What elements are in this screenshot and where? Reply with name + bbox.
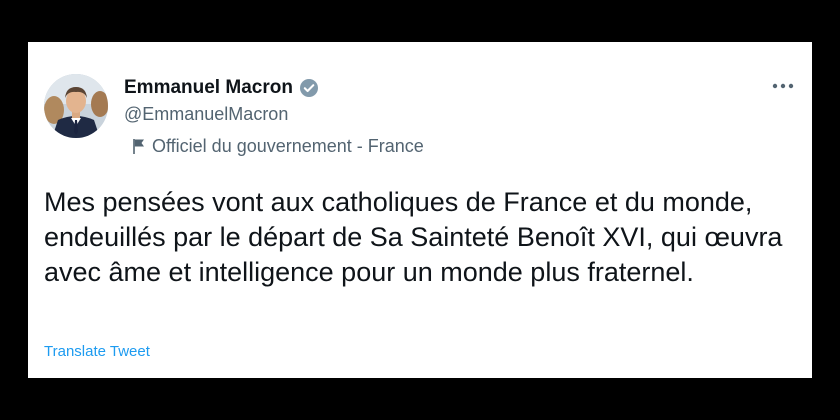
translate-tweet-link[interactable]: Translate Tweet xyxy=(44,343,150,361)
author-handle[interactable]: @EmmanuelMacron xyxy=(124,103,288,125)
flag-icon xyxy=(132,137,146,155)
avatar-portrait-image xyxy=(44,74,108,138)
more-dots-icon xyxy=(772,83,794,89)
verified-badge-icon xyxy=(299,78,319,98)
author-display-name[interactable]: Emmanuel Macron xyxy=(124,76,293,100)
affiliation-label-row: Officiel du gouvernement - France xyxy=(132,135,424,157)
black-frame: Emmanuel Macron @EmmanuelMacron Officiel… xyxy=(0,0,840,420)
affiliation-label[interactable]: Officiel du gouvernement - France xyxy=(152,135,424,157)
tweet-text: Mes pensées vont aux catholiques de Fran… xyxy=(44,187,783,287)
avatar[interactable] xyxy=(44,74,108,138)
tweet-card: Emmanuel Macron @EmmanuelMacron Officiel… xyxy=(28,42,812,378)
author-name-row: Emmanuel Macron xyxy=(124,76,319,100)
more-options-button[interactable] xyxy=(770,78,796,94)
